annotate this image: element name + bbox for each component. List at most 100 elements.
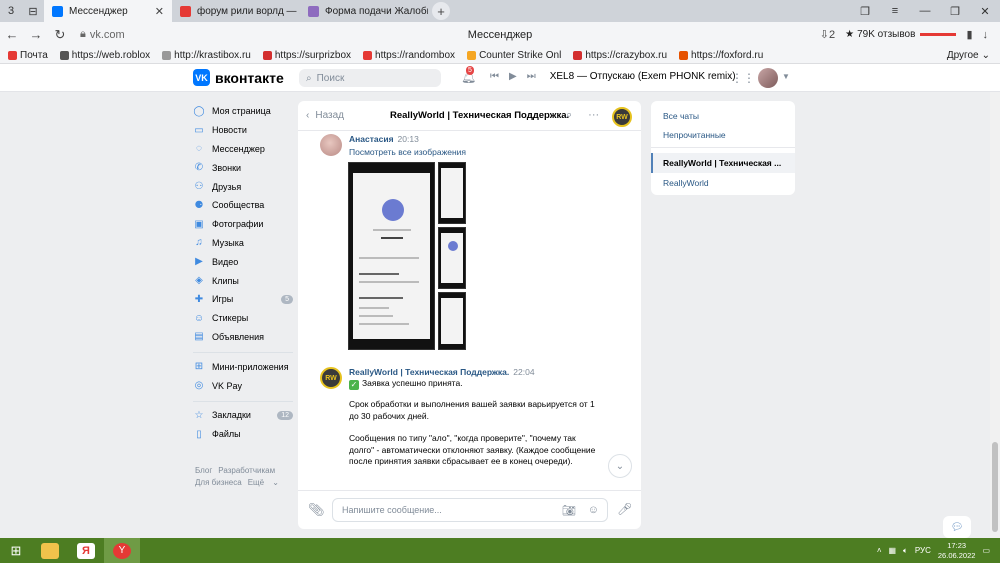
attached-screenshot-thumb[interactable] [438, 292, 466, 350]
tab-complaint-form[interactable]: Форма подачи Жалобы на [300, 0, 428, 22]
notifications-bell-icon[interactable]: 🔔︎ 5 [461, 66, 476, 84]
sidebar-item-vk-pay[interactable]: ◎ VK Pay [193, 376, 293, 395]
back-button[interactable]: ‹ Назад [306, 110, 344, 121]
blog-link[interactable]: Блог [195, 466, 212, 475]
chat-item[interactable]: ReallyWorld [651, 173, 795, 193]
bookmark-item[interactable]: https://randombox [363, 50, 455, 61]
clock[interactable]: 17:23 26.06.2022 [938, 541, 976, 561]
search-input[interactable]: ⌕ Поиск [299, 69, 441, 87]
bookmark-item[interactable]: https://surprizbox [262, 50, 351, 61]
menu-icon[interactable]: ≡ [880, 5, 910, 17]
view-all-images-link[interactable]: Посмотреть все изображения [349, 147, 466, 157]
windows-start-icon[interactable]: ⊞ [0, 538, 32, 563]
sidebar-item-photos[interactable]: ▣ Фотографии [193, 215, 293, 234]
reviews-badge[interactable]: ★ 79K отзывов [845, 29, 957, 40]
profile-avatar[interactable] [758, 68, 778, 88]
play-icon[interactable]: ▶ [509, 71, 517, 82]
avatar[interactable]: RW [320, 367, 342, 389]
track-title[interactable]: XEL8 — Отпускаю (Exem PHONK remix) [550, 71, 736, 82]
yandex-app-icon[interactable]: Я [68, 538, 104, 563]
reload-icon[interactable]: ↻ [48, 27, 72, 43]
minimize-icon[interactable]: — [910, 5, 940, 17]
address-bar: Мессенджер ← → ↻ 🔒︎ vk.com ⇩2 ★ 79K отзы… [0, 22, 1000, 47]
filter-all-chats[interactable]: Все чаты [651, 106, 795, 126]
vk-logo[interactable]: VK вконтакте [193, 69, 284, 86]
other-bookmarks[interactable]: Другое ⌄ [947, 50, 990, 61]
scroll-down-button[interactable]: ⌄ [608, 454, 632, 478]
close-window-icon[interactable]: ✕ [970, 5, 1000, 18]
lock-icon: 🔒︎ [80, 28, 86, 40]
message-time: 22:04 [513, 367, 535, 377]
camera-icon[interactable]: 📷︎ [562, 504, 576, 517]
sidebar-item-communities[interactable]: ⚈ Сообщества [193, 196, 293, 215]
message-author[interactable]: Анастасия 20:13 [349, 134, 419, 144]
chevron-down-icon[interactable]: ▼ [782, 72, 790, 81]
sidebar-item-messenger[interactable]: ◌ Мессенджер [193, 140, 293, 159]
next-track-icon[interactable]: ⏭ [527, 71, 536, 82]
volume-icon[interactable]: 🔈︎ [903, 546, 908, 556]
attached-screenshot-large[interactable] [348, 162, 435, 350]
developers-link[interactable]: Разработчикам [218, 466, 275, 475]
scrollbar-thumb[interactable] [992, 442, 998, 532]
chat-title[interactable]: ReallyWorld | Техническая Поддержка. [390, 110, 569, 121]
bookmarks-panel-icon[interactable]: ❐ [850, 5, 880, 18]
new-tab-button[interactable]: + [432, 2, 450, 20]
sidebar-item-ads[interactable]: ▤ Объявления [193, 328, 293, 347]
more-link[interactable]: Ещё ⌄ [248, 478, 279, 487]
search-icon[interactable]: ⌕ [566, 109, 572, 122]
bookmark-item[interactable]: https://foxford.ru [679, 50, 763, 61]
notification-center-icon[interactable]: ▭ [982, 546, 990, 555]
bookmark-item[interactable]: https://web.roblox [59, 50, 150, 61]
sidebar-item-stickers[interactable]: ☺ Стикеры [193, 309, 293, 328]
bookmark-item[interactable]: Counter Strike Onl [467, 50, 561, 61]
language-indicator[interactable]: РУС [915, 546, 931, 555]
sidebar-item-mini-apps[interactable]: ⊞ Мини-приложения [193, 357, 293, 376]
forward-arrow-icon[interactable]: → [24, 27, 48, 42]
yandex-browser-icon[interactable]: Y [104, 538, 140, 563]
message-input[interactable]: Напишите сообщение... 📷︎ ☺ [332, 498, 608, 522]
page-scrollbar[interactable] [990, 92, 1000, 538]
microphone-icon[interactable]: 🎤︎ [617, 502, 632, 516]
avatar[interactable] [320, 134, 342, 156]
attach-paperclip-icon[interactable]: 📎︎ [308, 502, 325, 518]
business-link[interactable]: Для бизнеса [195, 478, 242, 487]
chat-item-selected[interactable]: ReallyWorld | Техническая ... [651, 153, 795, 173]
sidebar-item-my-page[interactable]: ◯ Моя страница [193, 102, 293, 121]
sidebar-item-friends[interactable]: ⚇ Друзья [193, 177, 293, 196]
tab-forum[interactable]: форум рили ворлд — Янд [172, 0, 300, 22]
sidebar-item-clips[interactable]: ◈ Клипы [193, 271, 293, 290]
sidebar-item-bookmarks[interactable]: ☆ Закладки 12 [193, 406, 293, 425]
sidebar-item-video[interactable]: ▶ Видео [193, 252, 293, 271]
downloads-icon[interactable]: ⇩2 [820, 28, 835, 41]
tray-arrow-icon[interactable]: ˄ [877, 546, 882, 555]
back-arrow-icon[interactable]: ← [0, 27, 24, 42]
network-icon[interactable]: ▦ [888, 546, 896, 555]
url-field[interactable]: 🔒︎ vk.com [80, 28, 125, 41]
attached-screenshot-thumb[interactable] [438, 162, 466, 224]
bookmark-star-icon[interactable]: ▮ [966, 28, 972, 41]
bookmark-item[interactable]: https://crazybox.ru [573, 50, 667, 61]
sidebar-item-games[interactable]: ✚ Игры 5 [193, 290, 293, 309]
sidebar-item-music[interactable]: ♫ Музыка [193, 234, 293, 253]
bookmark-item[interactable]: http://krastibox.ru [162, 50, 251, 61]
prev-track-icon[interactable]: ⏮ [490, 71, 499, 82]
attached-screenshot-thumb[interactable] [438, 227, 466, 289]
collections-icon[interactable]: ⊟ [22, 0, 44, 22]
bookmark-item[interactable]: Почта [8, 50, 48, 61]
more-dots-icon[interactable]: ··· [588, 109, 599, 122]
tab-messenger[interactable]: Мессенджер ✕ [44, 0, 172, 22]
sidebar-item-calls[interactable]: ✆ Звонки [193, 158, 293, 177]
message-author[interactable]: ReallyWorld | Техническая Поддержка. 22:0… [349, 367, 535, 377]
sidebar-item-files[interactable]: ▯ Файлы [193, 425, 293, 444]
sidebar-item-news[interactable]: ▭ Новости [193, 121, 293, 140]
maximize-icon[interactable]: ❐ [940, 5, 970, 18]
file-explorer-icon[interactable] [32, 538, 68, 563]
bookmarks-bar: Почта https://web.roblox http://krastibo… [0, 47, 1000, 64]
filter-unread[interactable]: Непрочитанные [651, 125, 795, 145]
chat-avatar[interactable]: RW [612, 107, 632, 127]
download-arrow-icon[interactable]: ↓ [983, 29, 989, 41]
emoji-icon[interactable]: ☺ [588, 504, 599, 517]
tabs-count-icon[interactable]: 3 [0, 0, 22, 22]
close-tab-icon[interactable]: ✕ [155, 5, 164, 18]
chat-bubble-button[interactable]: 💬︎ [943, 516, 971, 538]
